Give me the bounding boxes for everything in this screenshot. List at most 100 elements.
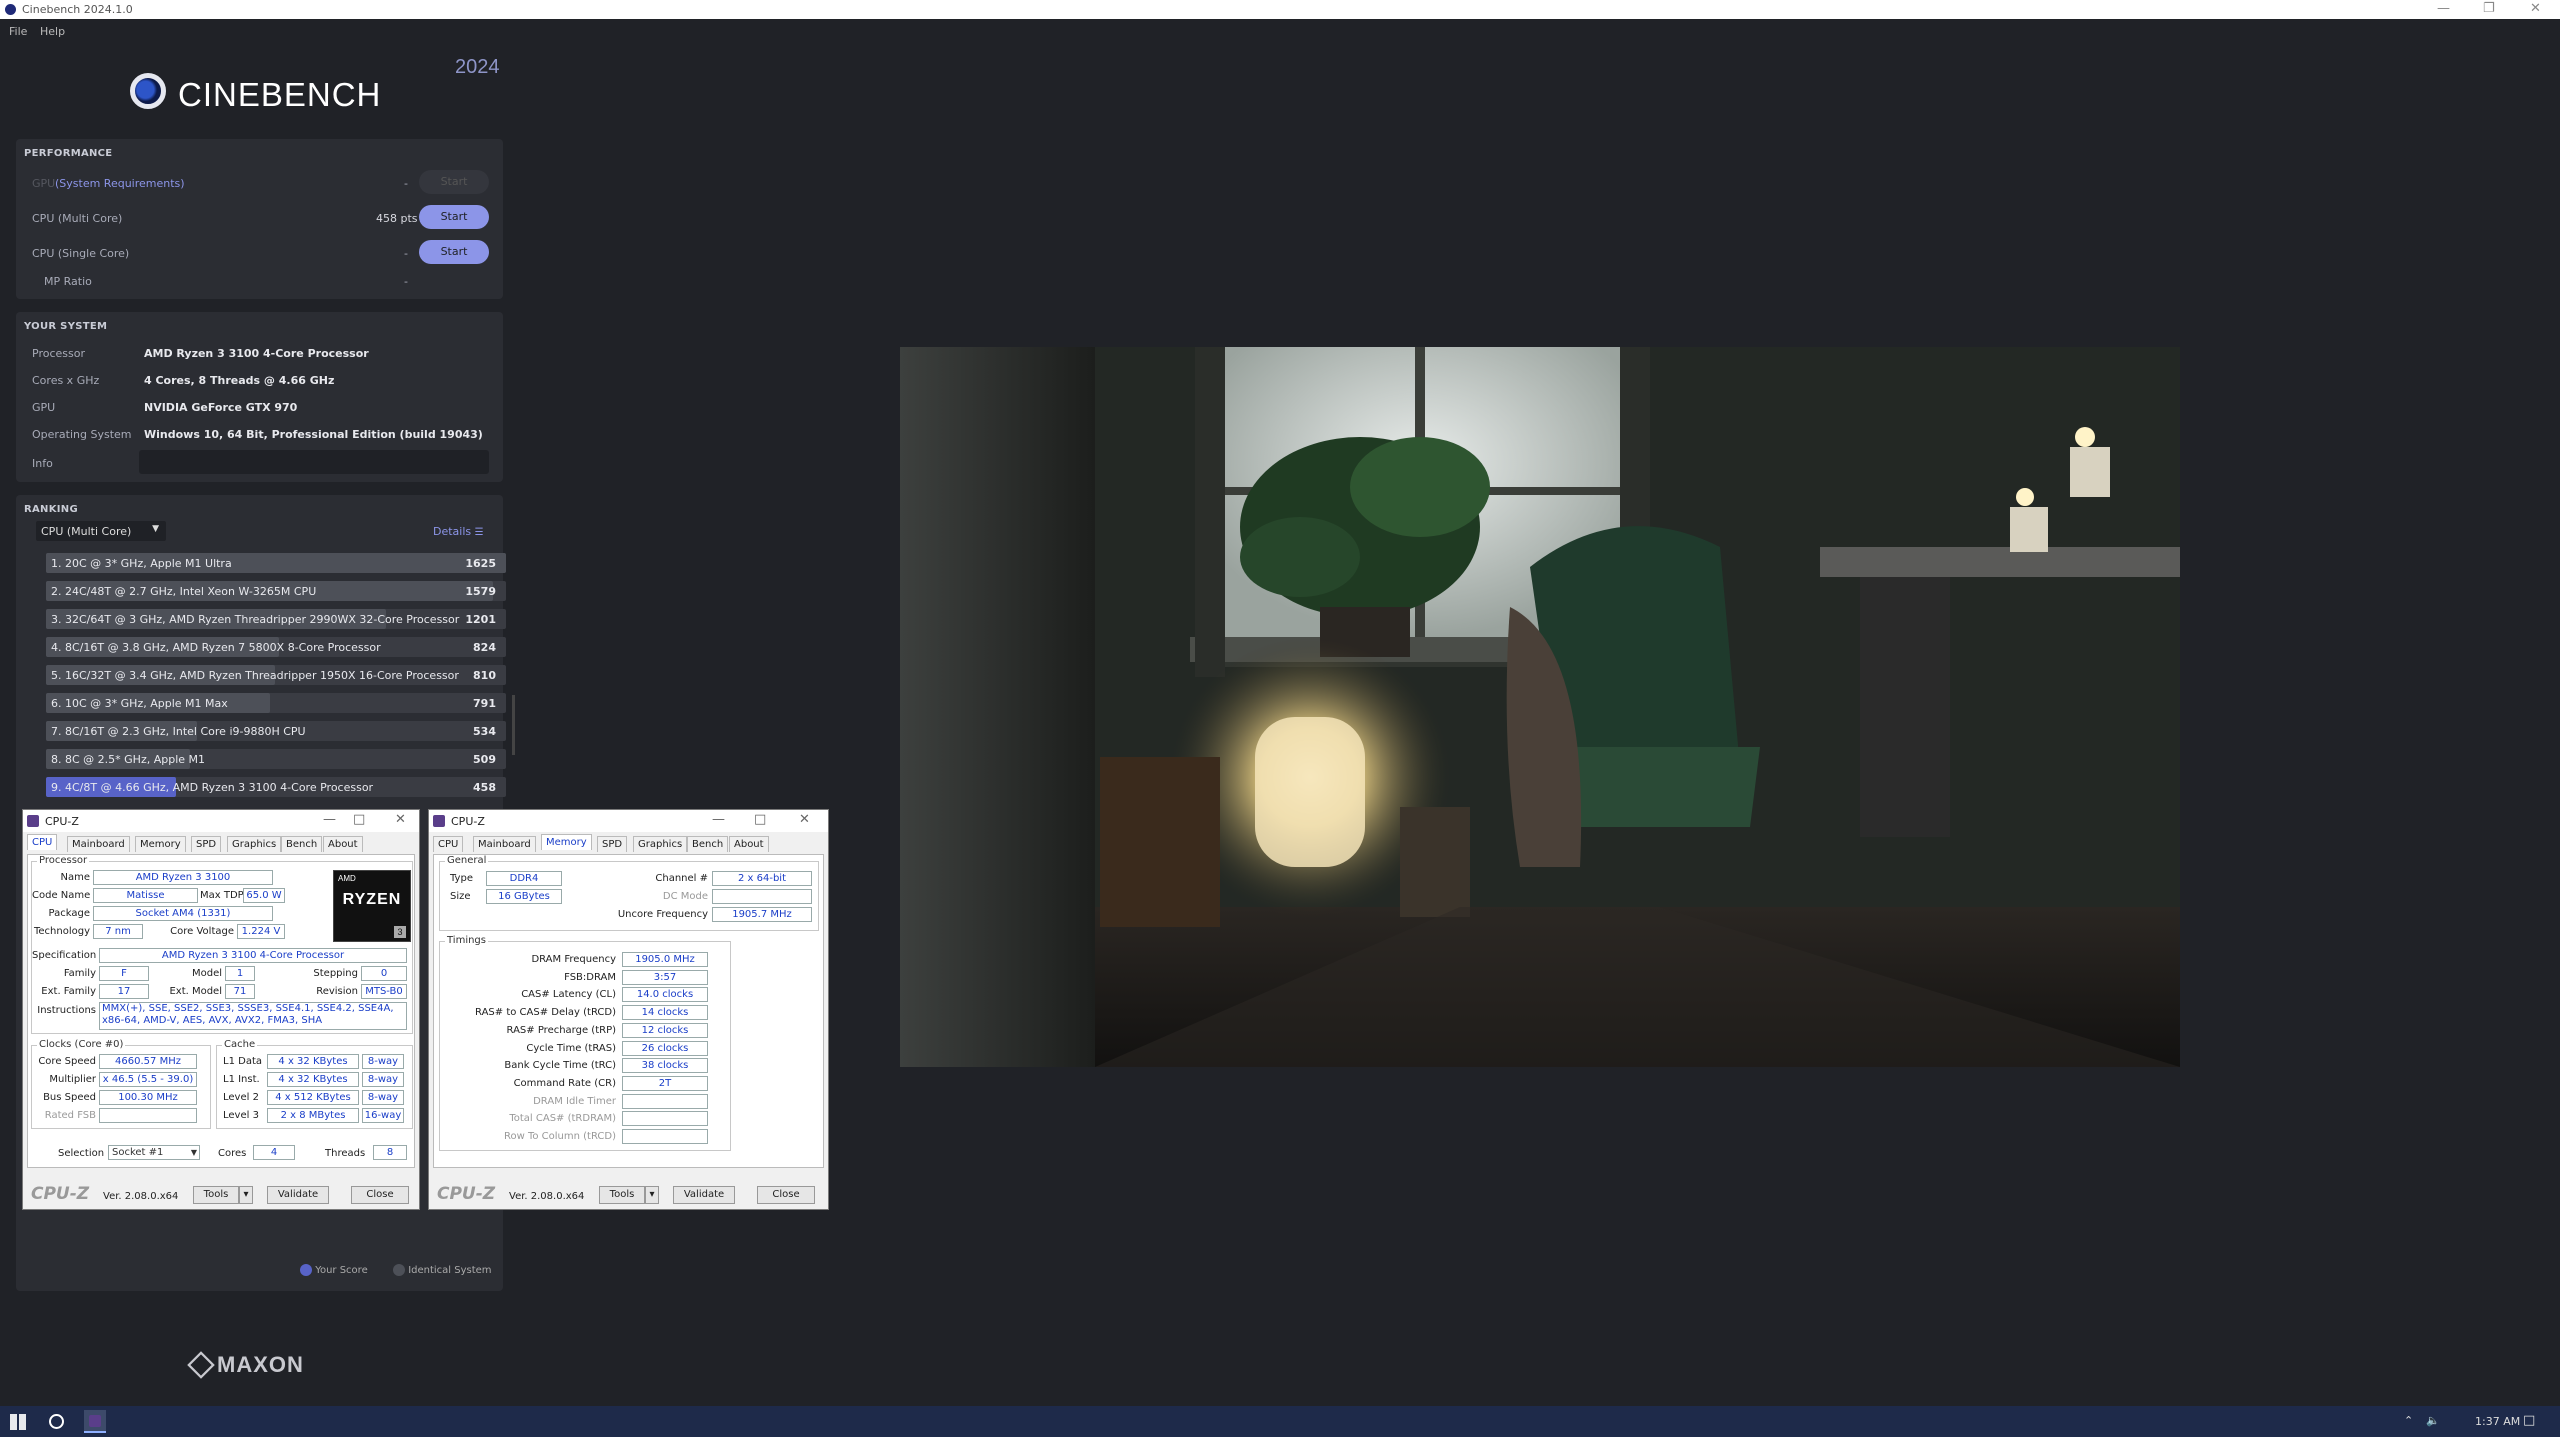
cpuz-version: Ver. 2.08.0.x64 [509,1191,585,1202]
menu-help[interactable]: Help [40,25,65,38]
tools-button[interactable]: Tools [193,1186,239,1204]
timing-value: 26 clocks [622,1040,708,1056]
tab-graphics[interactable]: Graphics [633,836,688,852]
ranking-row-name: 4. 8C/16T @ 3.8 GHz, AMD Ryzen 7 5800X 8… [51,641,381,654]
ranking-row[interactable]: 5. 16C/32T @ 3.4 GHz, AMD Ryzen Threadri… [46,665,506,685]
ranking-scrollbar[interactable] [512,695,515,755]
l1-inst-label: L1 Inst. [223,1074,260,1085]
maximize-icon[interactable]: ❐ [2483,1,2495,16]
cpu-multi-start-button[interactable]: Start [419,205,489,229]
timing-value [622,1093,708,1109]
ranking-row[interactable]: 1. 20C @ 3* GHz, Apple M1 Ultra 1625 [46,553,506,573]
cpu-single-label: CPU (Single Core) [32,247,130,260]
core-voltage-value: 1.224 V [237,924,285,939]
minimize-icon[interactable]: — [323,812,336,827]
clock[interactable]: 1:37 AM [2475,1415,2520,1428]
ranking-row-name: 6. 10C @ 3* GHz, Apple M1 Max [51,697,228,710]
timing-label: RAS# to CAS# Delay (tRCD) [475,1007,616,1019]
tab-mainboard[interactable]: Mainboard [67,836,130,852]
ranking-row[interactable]: 2. 24C/48T @ 2.7 GHz, Intel Xeon W-3265M… [46,581,506,601]
level3-label: Level 3 [223,1110,259,1121]
volume-icon[interactable]: 🔈 [2426,1414,2440,1427]
core-voltage-label: Core Voltage [170,926,234,937]
ranking-row[interactable]: 8. 8C @ 2.5* GHz, Apple M1 509 [46,749,506,769]
tools-dropdown-icon[interactable]: ▾ [239,1186,253,1204]
system-requirements-link[interactable]: (System Requirements) [55,177,185,190]
minimize-icon[interactable]: — [2437,1,2450,16]
your-system-heading: YOUR SYSTEM [24,321,108,332]
selection-select[interactable]: Socket #1 ▼ [108,1145,200,1160]
timing-label: DRAM Idle Timer [533,1095,616,1107]
tab-spd[interactable]: SPD [597,836,628,852]
validate-button[interactable]: Validate [673,1186,735,1204]
cpu-single-start-button[interactable]: Start [419,240,489,264]
validate-button[interactable]: Validate [267,1186,329,1204]
maximize-icon[interactable]: □ [353,812,365,827]
cache-group: Cache L1 Data 4 x 32 KBytes 8-way L1 Ins… [216,1039,413,1129]
tab-about[interactable]: About [323,836,363,852]
cpuz-memory-window: CPU-Z — □ ✕ CPU Mainboard Memory SPD Gra… [428,809,829,1210]
maximize-icon[interactable]: □ [754,812,766,827]
processor-value: AMD Ryzen 3 3100 4-Core Processor [144,347,369,360]
close-icon[interactable]: ✕ [395,812,406,827]
cinebench-taskbar-button[interactable] [84,1410,106,1433]
gpu-sys-label: GPU [32,401,56,414]
tools-button[interactable]: Tools [599,1186,645,1204]
tab-spd[interactable]: SPD [191,836,222,852]
windows-start-icon[interactable] [10,1414,26,1430]
tab-cpu[interactable]: CPU [433,836,464,852]
ranking-row[interactable]: 7. 8C/16T @ 2.3 GHz, Intel Core i9-9880H… [46,721,506,741]
close-button[interactable]: Close [757,1186,815,1204]
close-button[interactable]: Close [351,1186,409,1204]
tab-bench[interactable]: Bench [687,836,729,852]
timings-group-title: Timings [445,935,488,946]
specification-label: Specification [32,950,97,961]
tray-chevron-icon[interactable]: ⌃ [2404,1414,2413,1427]
tab-bench[interactable]: Bench [281,836,323,852]
tab-cpu[interactable]: CPU [27,834,58,850]
size-label: Size [450,891,471,902]
cortana-icon[interactable] [49,1414,64,1429]
ranking-dropdown[interactable]: CPU (Multi Core) ▼ [36,521,166,541]
tab-graphics[interactable]: Graphics [227,836,282,852]
ranking-row[interactable]: 6. 10C @ 3* GHz, Apple M1 Max 791 [46,693,506,713]
details-button[interactable]: Details ☰ [433,525,484,538]
tab-memory[interactable]: Memory [135,836,186,852]
menu-file[interactable]: File [9,25,27,38]
model-label: Model [191,968,222,979]
tab-mainboard[interactable]: Mainboard [473,836,536,852]
minimize-icon[interactable]: — [712,812,725,827]
cpuz-cpu-title: CPU-Z [45,815,79,828]
bus-speed-value: 100.30 MHz [99,1090,197,1105]
notifications-icon[interactable]: □ [2523,1413,2535,1428]
info-field[interactable] [139,450,489,474]
code-name-value: Matisse [93,888,198,903]
cores-label: Cores [218,1148,247,1159]
close-icon[interactable]: ✕ [799,812,810,827]
cpuz-memory-titlebar: CPU-Z — □ ✕ [429,810,828,832]
instructions-label: Instructions [37,1005,96,1016]
level2-ways: 8-way [362,1090,404,1105]
ranking-row[interactable]: 3. 32C/64T @ 3 GHz, AMD Ryzen Threadripp… [46,609,506,629]
mp-ratio-value: - [404,275,408,288]
tab-memory[interactable]: Memory [541,834,592,850]
cinebench-logo-icon [130,73,166,109]
gpu-start-button[interactable]: Start [419,170,489,194]
revision-label: Revision [316,986,358,997]
uncore-frequency-value: 1905.7 MHz [712,907,812,922]
instructions-value: MMX(+), SSE, SSE2, SSE3, SSSE3, SSE4.1, … [99,1002,407,1030]
timing-label: FSB:DRAM [564,971,616,983]
timing-value: 3:57 [622,969,708,985]
window-title: Cinebench 2024.1.0 [22,3,133,16]
ranking-row[interactable]: 9. 4C/8T @ 4.66 GHz, AMD Ryzen 3 3100 4-… [46,777,506,797]
timing-value: 2T [622,1075,708,1091]
cpuz-memory-title: CPU-Z [451,815,485,828]
tab-about[interactable]: About [729,836,769,852]
level2-label: Level 2 [223,1092,259,1103]
close-icon[interactable]: ✕ [2530,1,2541,16]
tools-dropdown-icon[interactable]: ▾ [645,1186,659,1204]
ranking-row[interactable]: 4. 8C/16T @ 3.8 GHz, AMD Ryzen 7 5800X 8… [46,637,506,657]
ranking-row-score: 1625 [465,557,496,570]
clocks-group-title: Clocks (Core #0) [37,1039,126,1050]
l1-inst-ways: 8-way [362,1072,404,1087]
